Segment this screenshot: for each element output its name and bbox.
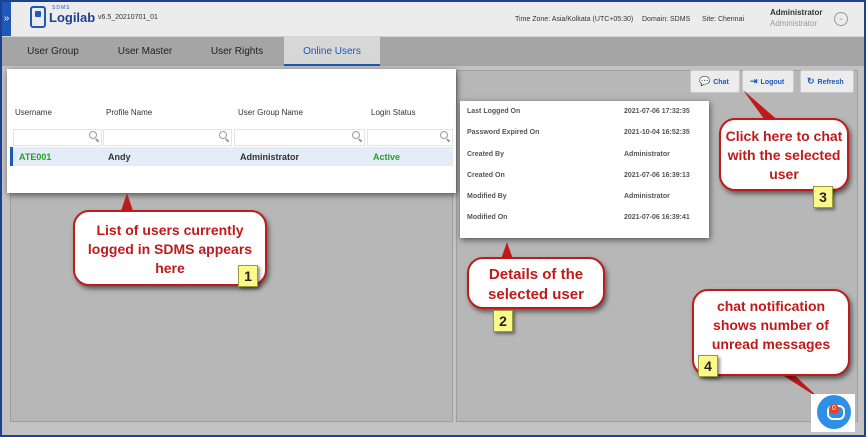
profile-name-filter-input[interactable] [103, 129, 232, 146]
detail-label: Created On [467, 172, 505, 179]
logout-button-label: Logout [760, 79, 785, 86]
tab-user-master[interactable]: User Master [102, 37, 188, 66]
column-header-profile-name[interactable]: Profile Name [106, 108, 152, 117]
column-header-user-group-name[interactable]: User Group Name [238, 108, 303, 117]
tab-user-group[interactable]: User Group [10, 37, 96, 66]
current-user-name[interactable]: Administrator [770, 8, 822, 17]
annotation-number-tag: 1 [238, 265, 258, 287]
column-header-login-status[interactable]: Login Status [371, 108, 415, 117]
detail-value: Administrator [624, 193, 670, 200]
user-group-filter-input[interactable] [234, 129, 365, 146]
unread-count-badge: 0 [829, 404, 839, 414]
column-header-username[interactable]: Username [15, 108, 52, 117]
cell-login-status: Active [373, 152, 401, 162]
cell-profile-name: Andy [108, 152, 131, 162]
search-icon [440, 131, 448, 139]
detail-value: 2021-07-06 16:39:13 [624, 172, 690, 179]
logout-icon: ⇥ [750, 76, 758, 86]
user-details-card: Last Logged On 2021-07-06 17:32:35 Passw… [460, 101, 709, 238]
detail-label: Password Expired On [467, 129, 540, 136]
chat-button[interactable]: 💬 Chat [690, 70, 740, 93]
app-window: » SDMS Logilab v6.5_20210701_01 Time Zon… [0, 0, 866, 437]
annotation-number-tag: 3 [813, 186, 833, 208]
cell-user-group-name: Administrator [240, 152, 300, 162]
online-users-table: Username Profile Name User Group Name Lo… [7, 69, 456, 193]
detail-label: Created By [467, 151, 504, 158]
sidebar-expand-icon[interactable]: » [2, 2, 11, 36]
top-bar: » SDMS Logilab v6.5_20210701_01 Time Zon… [2, 2, 864, 37]
login-status-filter-input[interactable] [367, 129, 453, 146]
tab-online-users[interactable]: Online Users [284, 37, 380, 66]
search-icon [89, 131, 97, 139]
detail-value: 2021-07-06 17:32:35 [624, 108, 690, 115]
current-user-role: Administrator [770, 19, 818, 28]
timezone-info: Time Zone: Asia/Kolkata (UTC+05:30) [515, 16, 634, 23]
chat-button-label: Chat [713, 79, 729, 86]
detail-value: Administrator [624, 151, 670, 158]
detail-label: Modified On [467, 214, 508, 221]
annotation-number-tag: 4 [698, 355, 718, 377]
chat-bubble-icon: 0 [817, 395, 851, 429]
domain-info: Domain: SDMS [642, 16, 691, 23]
annotation-callout-3: Click here to chat with the selected use… [719, 118, 849, 191]
brand-name: Logilab [49, 10, 96, 25]
refresh-button-label: Refresh [817, 79, 844, 86]
app-version: v6.5_20210701_01 [98, 14, 158, 21]
cell-username: ATE001 [19, 152, 52, 162]
search-icon [219, 131, 227, 139]
refresh-button[interactable]: ↻ Refresh [800, 70, 854, 93]
detail-value: 2021-10-04 16:52:35 [624, 129, 690, 136]
table-row[interactable]: ATE001 Andy Administrator Active [10, 147, 453, 166]
tab-bar: User Group User Master User Rights Onlin… [2, 37, 864, 66]
search-icon [352, 131, 360, 139]
chat-notification-button[interactable]: 0 [811, 394, 855, 432]
annotation-number-tag: 2 [493, 310, 513, 332]
detail-label: Modified By [467, 193, 507, 200]
username-filter-input[interactable] [13, 129, 102, 146]
logilab-logo-icon [30, 6, 46, 28]
detail-label: Last Logged On [467, 108, 521, 115]
refresh-icon: ↻ [807, 76, 815, 86]
logout-button[interactable]: ⇥ Logout [742, 70, 794, 93]
tab-user-rights[interactable]: User Rights [194, 37, 280, 66]
site-info: Site: Chennai [702, 16, 745, 23]
annotation-callout-2: Details of the selected user [467, 257, 605, 309]
chat-icon: 💬 [699, 76, 711, 86]
chevron-down-icon[interactable]: ⌄ [834, 12, 848, 26]
detail-value: 2021-07-06 16:39:41 [624, 214, 690, 221]
